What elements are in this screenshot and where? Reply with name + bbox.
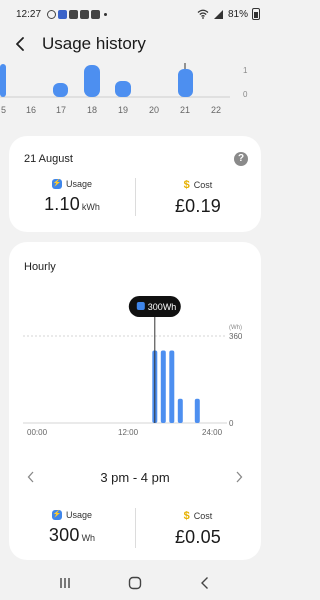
- recent-apps-icon: [60, 578, 70, 588]
- usage-unit: Wh: [81, 533, 96, 543]
- whatsapp-icon: [47, 9, 57, 19]
- usage-value: 300: [48, 525, 80, 545]
- daily-bar-selected[interactable]: [178, 69, 193, 97]
- hourly-card: Hourly (Wh) 360 0 00:00 12:00 24:00 300W…: [9, 242, 261, 560]
- pound-icon: $: [183, 179, 190, 191]
- daily-axis-label: 1: [243, 66, 248, 75]
- daily-bar: [53, 83, 68, 97]
- daily-axis-label: 0: [243, 90, 248, 99]
- hourly-bar[interactable]: [160, 350, 166, 424]
- x-tick-label: 12:00: [118, 428, 139, 437]
- hourly-bar[interactable]: [177, 398, 183, 423]
- daily-x-label: 16: [26, 105, 36, 115]
- y-tick-label: 360: [229, 332, 243, 341]
- back-arrow-icon: [16, 37, 24, 51]
- battery-percent: 81%: [227, 8, 248, 20]
- x-tick-label: 00:00: [27, 428, 48, 437]
- cost-metric: $ Cost £0.19: [135, 179, 261, 217]
- battery-icon: [252, 8, 260, 20]
- pound-icon: $: [183, 510, 190, 522]
- hourly-title: Hourly: [24, 261, 56, 273]
- daily-x-label: 21: [180, 105, 190, 115]
- daily-bar: [0, 64, 6, 97]
- cost-label: Cost: [193, 511, 213, 521]
- status-bar: 12:27 81%: [0, 0, 270, 28]
- hour-selector: 3 pm - 4 pm: [9, 462, 261, 492]
- value-tooltip: 300Wh: [128, 296, 181, 317]
- cost-value: £0.05: [174, 527, 222, 547]
- y-unit-label: (Wh): [229, 325, 242, 331]
- summary-date: 21 August: [24, 153, 73, 165]
- hourly-bar[interactable]: [169, 350, 175, 424]
- app-notification-icon: [80, 9, 90, 19]
- wifi-icon: [197, 9, 209, 19]
- help-icon[interactable]: ?: [234, 152, 248, 166]
- y-tick-label: 0: [229, 419, 234, 428]
- home-button[interactable]: [120, 568, 150, 598]
- cost-label: Cost: [193, 180, 213, 190]
- app-notification-icon: [69, 9, 79, 19]
- app-notification-icon: [91, 9, 101, 19]
- daily-x-label: 20: [149, 105, 159, 115]
- daily-x-label: 5: [1, 105, 6, 115]
- usage-label: Usage: [65, 179, 92, 189]
- hourly-usage-metric: ⚡ Usage 300 Wh: [9, 510, 135, 546]
- daily-bar: [84, 65, 100, 97]
- daily-x-label: 22: [211, 105, 221, 115]
- previous-hour-button[interactable]: [23, 467, 39, 487]
- page-title: Usage history: [42, 34, 146, 53]
- hourly-cost-metric: $ Cost £0.05: [135, 510, 261, 548]
- hourly-chart[interactable]: (Wh) 360 0 00:00 12:00 24:00 300Wh: [9, 294, 261, 444]
- back-icon: [201, 577, 208, 589]
- app-bar: Usage history: [0, 28, 270, 60]
- daily-x-label: 18: [87, 105, 97, 115]
- more-notifications-icon: [104, 12, 108, 16]
- lightning-icon: ⚡: [51, 510, 62, 520]
- recent-apps-button[interactable]: [50, 568, 80, 598]
- usage-unit: kWh: [81, 202, 100, 212]
- cost-value: £0.19: [174, 196, 222, 216]
- next-hour-button[interactable]: [231, 467, 247, 487]
- lightning-icon: ⚡: [51, 179, 62, 189]
- tooltip-text: 300Wh: [148, 302, 177, 312]
- daily-x-label: 19: [118, 105, 128, 115]
- daily-summary-card: 21 August ? ⚡ Usage 1.10 kWh $ Cost £0.19: [9, 136, 261, 232]
- system-nav-bar: [0, 566, 270, 600]
- status-time: 12:27: [16, 8, 42, 20]
- home-icon: [128, 576, 142, 590]
- usage-value: 1.10: [44, 194, 80, 214]
- signal-icon: [213, 10, 223, 19]
- lightning-icon: [136, 302, 145, 310]
- x-tick-label: 24:00: [202, 428, 223, 437]
- chevron-left-icon: [27, 471, 34, 483]
- daily-bar: [115, 81, 131, 97]
- daily-usage-chart[interactable]: 1 0 5 16 17 18 19 20 21 22: [0, 60, 270, 120]
- chevron-right-icon: [236, 471, 243, 483]
- app-notification-icon: [58, 9, 68, 19]
- daily-x-label: 17: [56, 105, 66, 115]
- usage-label: Usage: [65, 510, 92, 520]
- usage-metric: ⚡ Usage 1.10 kWh: [9, 179, 135, 215]
- system-back-button[interactable]: [190, 568, 220, 598]
- selected-hour-range: 3 pm - 4 pm: [100, 469, 170, 485]
- back-button[interactable]: [0, 28, 40, 60]
- hourly-bar[interactable]: [194, 398, 200, 423]
- hourly-bars: [152, 350, 200, 424]
